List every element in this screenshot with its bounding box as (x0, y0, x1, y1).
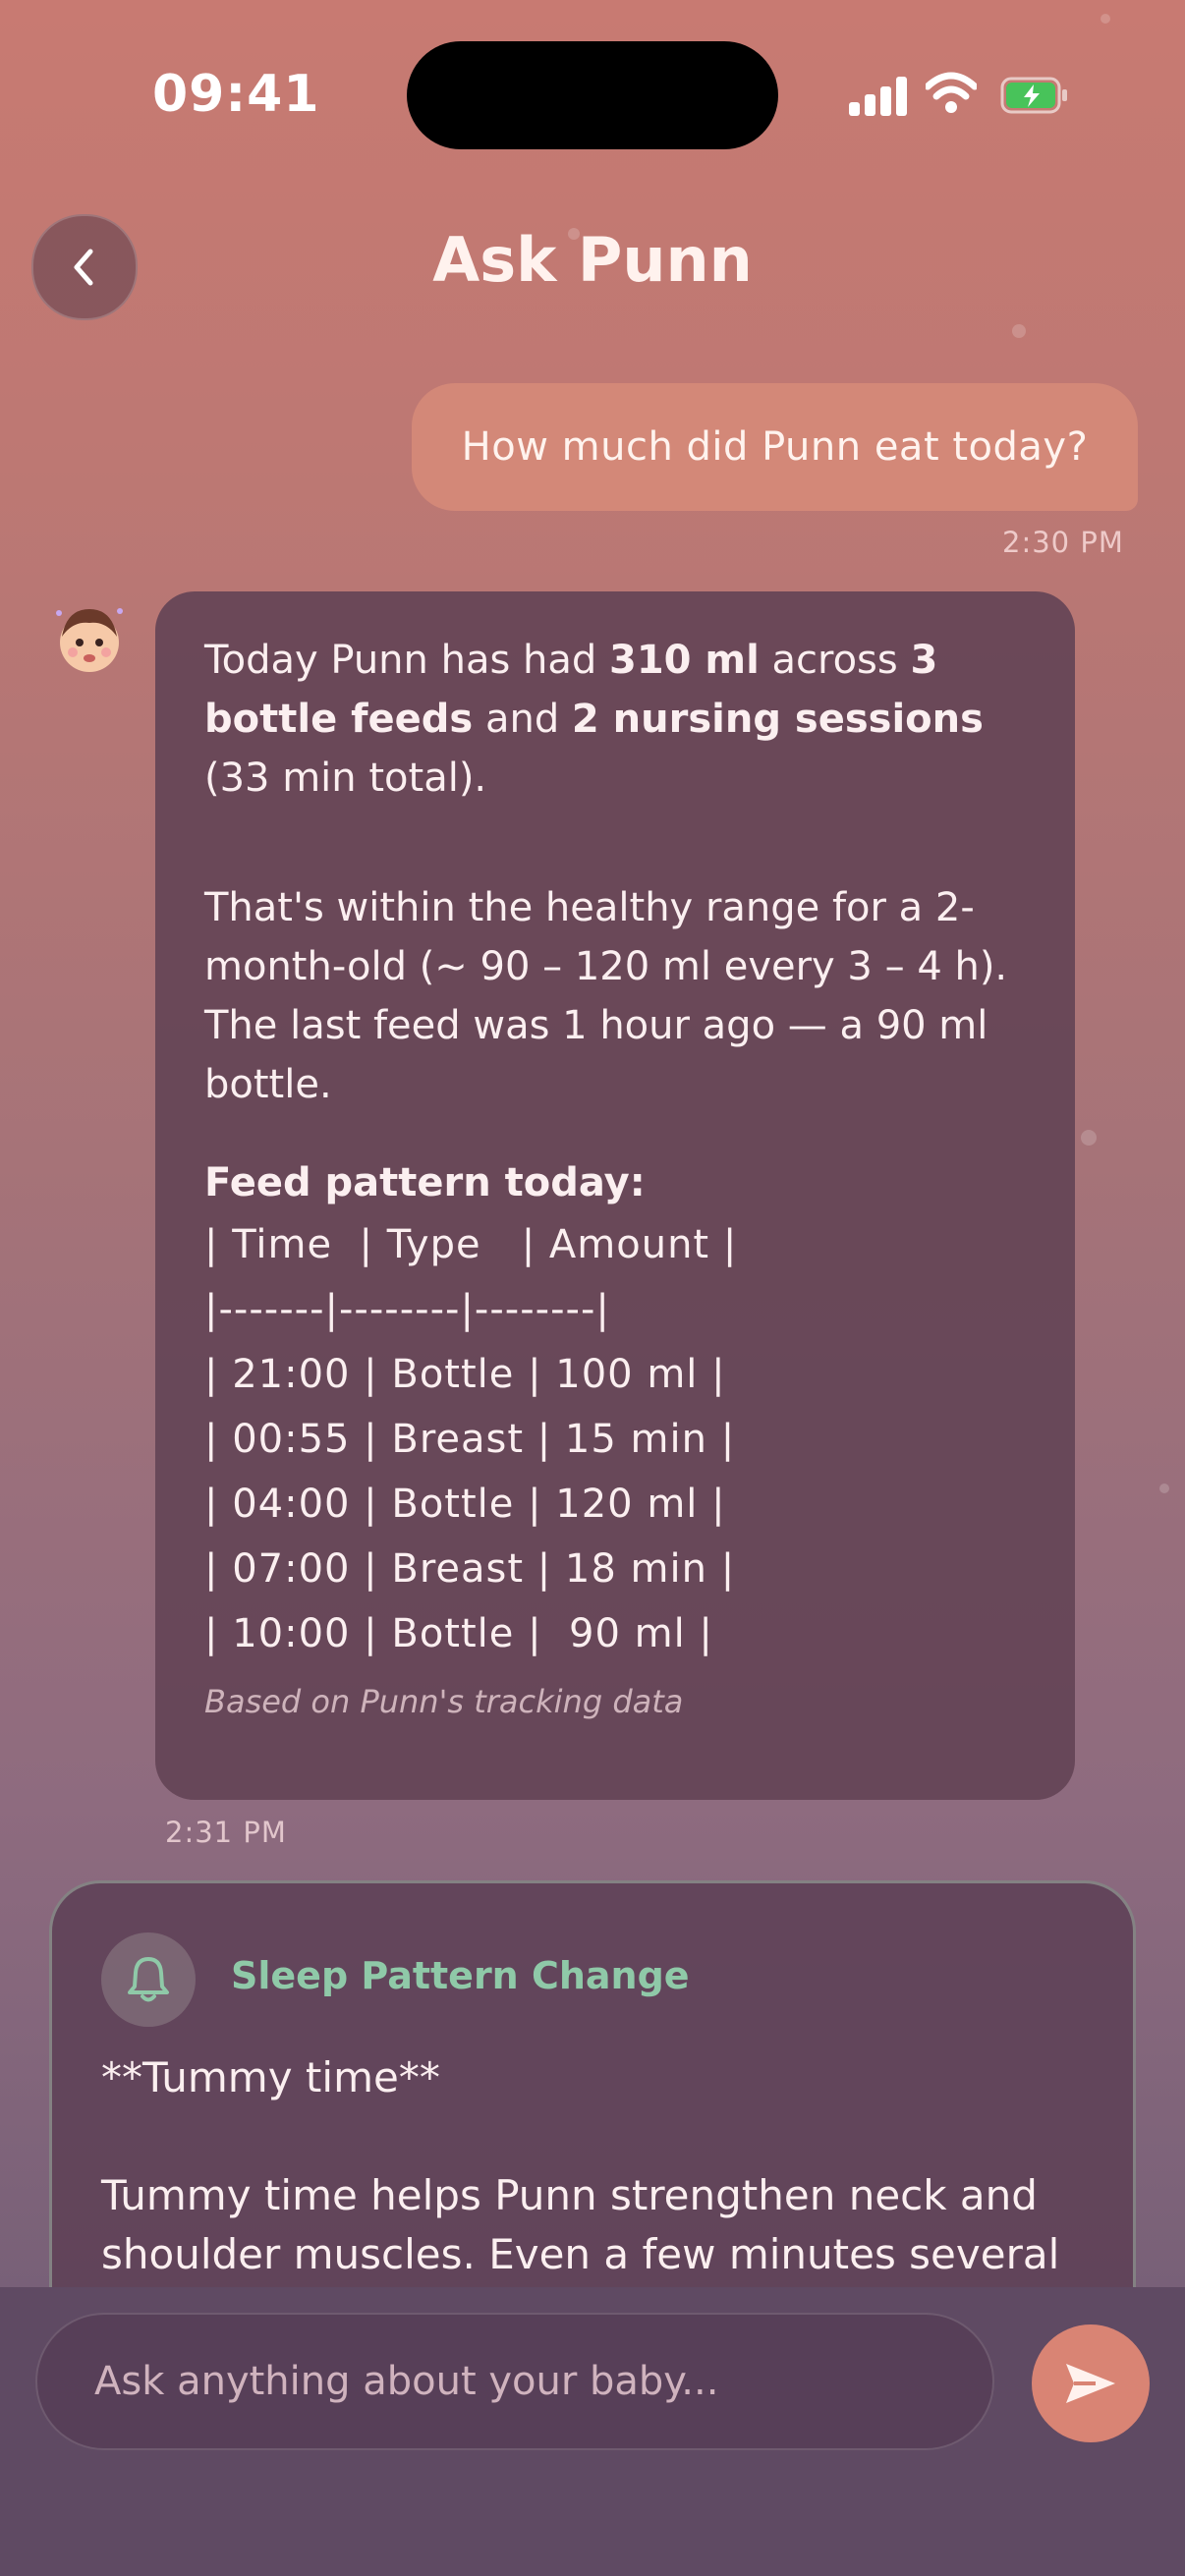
user-message-bubble: How much did Punn eat today? (412, 383, 1138, 511)
sparkle-decoration (1100, 14, 1110, 24)
table-line: | 21:00 | Bottle | 100 ml | (204, 1352, 726, 1397)
send-icon (1066, 2364, 1115, 2403)
chat-input[interactable] (35, 2313, 994, 2450)
insight-card-title: Sleep Pattern Change (231, 1954, 690, 1997)
table-line: |-------|--------|--------| (204, 1287, 610, 1332)
feed-pattern-table: | Time | Type | Amount | |-------|------… (204, 1212, 1026, 1666)
user-message-timestamp: 2:30 PM (1002, 526, 1124, 559)
feed-pattern-title: Feed pattern today: (204, 1160, 646, 1205)
table-line: | 07:00 | Breast | 18 min | (204, 1546, 736, 1592)
dynamic-island (407, 41, 778, 149)
assistant-message-bubble: Today Punn has had 310 ml across 3 bottl… (155, 591, 1075, 1800)
baby-face-icon (56, 608, 123, 672)
bell-icon-badge (101, 1932, 196, 2027)
table-line: | 00:55 | Breast | 15 min | (204, 1417, 736, 1462)
sparkle-decoration (1012, 324, 1026, 338)
source-note: Based on Punn's tracking data (204, 1683, 684, 1720)
bell-icon (128, 1957, 169, 2002)
status-time: 09:41 (152, 65, 320, 124)
wifi-icon (926, 72, 977, 113)
assistant-range-note: That's within the healthy range for a 2-… (204, 885, 1008, 1107)
insight-card-heading: **Tummy time** (101, 2053, 440, 2101)
table-line: | 04:00 | Bottle | 120 ml | (204, 1482, 726, 1527)
battery-charging-icon (1000, 77, 1067, 114)
assistant-message-timestamp: 2:31 PM (165, 1816, 287, 1849)
cellular-signal-icon (849, 75, 908, 116)
page-title: Ask Punn (432, 224, 753, 296)
sparkle-decoration (1081, 1130, 1097, 1146)
table-line: | 10:00 | Bottle | 90 ml | (204, 1611, 713, 1656)
user-message-text: How much did Punn eat today? (461, 424, 1089, 470)
assistant-summary: Today Punn has had 310 ml across 3 bottl… (204, 638, 984, 801)
insight-card[interactable]: Sleep Pattern Change **Tummy time** Tumm… (49, 1880, 1136, 2293)
send-button[interactable] (1032, 2324, 1150, 2442)
insight-card-text: Tummy time helps Punn strengthen neck an… (101, 2171, 1060, 2278)
insight-card-body: **Tummy time** Tummy time helps Punn str… (101, 2048, 1094, 2284)
table-line: | Time | Type | Amount | (204, 1222, 738, 1267)
sparkle-decoration (1159, 1484, 1169, 1493)
